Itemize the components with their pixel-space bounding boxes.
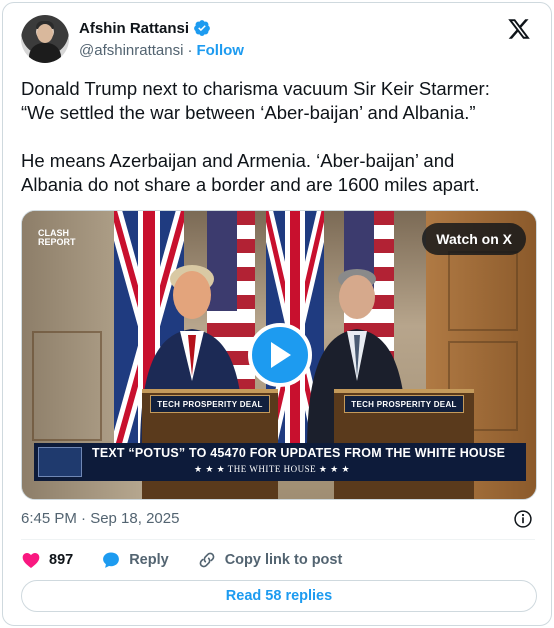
banner-text: TEXT “POTUS” TO 45470 FOR UPDATES FROM T… [92, 446, 506, 460]
author-name-row: Afshin Rattansi [79, 19, 211, 37]
source-logo-line2: REPORT [38, 237, 76, 247]
tweet-header: Afshin Rattansi @afshinrattansi · Follow [21, 15, 535, 65]
wall-panel [448, 251, 518, 331]
heart-icon [22, 553, 40, 568]
play-button[interactable] [248, 323, 312, 387]
x-logo-icon[interactable] [507, 17, 531, 41]
lower-third-banner: TEXT “POTUS” TO 45470 FOR UPDATES FROM T… [34, 443, 526, 481]
reply-label: Reply [129, 552, 169, 568]
info-icon[interactable] [513, 509, 533, 529]
handle-separator: · [187, 42, 193, 59]
video-player[interactable]: TECH PROSPERITY DEAL TECH PROSPERITY DEA… [21, 210, 537, 500]
action-bar: 897 Reply Copy link to post [21, 548, 370, 572]
copy-link-button[interactable]: Copy link to post [197, 550, 343, 570]
author-name[interactable]: Afshin Rattansi [79, 20, 189, 37]
reply-bubble-icon [103, 552, 120, 568]
author-handle-row: @afshinrattansi · Follow [79, 42, 244, 59]
wall-panel [32, 331, 102, 441]
author-avatar[interactable] [21, 15, 69, 63]
podium-right-sign: TECH PROSPERITY DEAL [344, 395, 464, 413]
white-house-seal [38, 447, 82, 477]
verified-badge-icon [194, 20, 210, 36]
play-icon [271, 342, 291, 368]
watch-on-x-button[interactable]: Watch on X [422, 223, 526, 255]
author-handle[interactable]: @afshinrattansi [79, 42, 183, 59]
divider [21, 539, 535, 540]
read-replies-button[interactable]: Read 58 replies [21, 580, 537, 612]
source-logo: CLASH REPORT [38, 229, 76, 247]
podium-left-sign: TECH PROSPERITY DEAL [150, 395, 270, 413]
follow-button[interactable]: Follow [196, 42, 244, 59]
reply-button[interactable]: Reply [101, 550, 169, 570]
banner-subtext: ★ ★ ★ THE WHITE HOUSE ★ ★ ★ [194, 464, 351, 474]
tweet-timestamp[interactable]: 6:45 PM · Sep 18, 2025 [21, 510, 179, 527]
like-button[interactable]: 897 [21, 550, 73, 570]
link-icon [199, 552, 215, 568]
tweet-card: Afshin Rattansi @afshinrattansi · Follow… [2, 2, 552, 626]
tweet-text: Donald Trump next to charisma vacuum Sir… [21, 78, 490, 195]
copy-link-label: Copy link to post [224, 552, 343, 568]
like-count: 897 [49, 552, 74, 568]
